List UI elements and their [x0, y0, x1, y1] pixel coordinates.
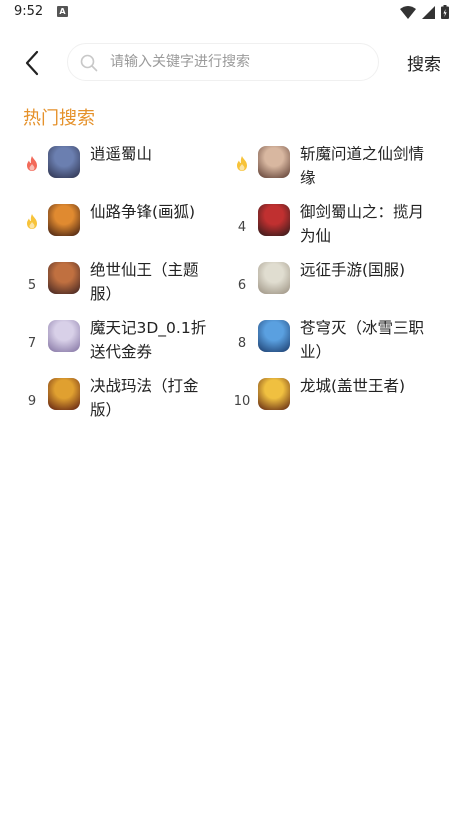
- game-name: 逍遥蜀山: [90, 145, 153, 163]
- hot-search-item[interactable]: 7 魔天记3D_0.1折送代金券: [20, 316, 228, 374]
- flame-yellow-icon: [20, 214, 44, 233]
- hot-search-item[interactable]: 斩魔问道之仙剑情缘: [230, 142, 438, 200]
- hot-search-item[interactable]: 4 御剑蜀山之：揽月为仙: [230, 200, 438, 258]
- game-name: 苍穹灭（冰雪三职业）: [300, 319, 425, 361]
- game-name: 斩魔问道之仙剑情缘: [300, 145, 425, 187]
- game-name: 御剑蜀山之：揽月为仙: [300, 203, 425, 245]
- game-avatar: [48, 378, 80, 410]
- game-name: 仙路争锋(画狐): [90, 203, 196, 221]
- wifi-icon: [400, 5, 416, 19]
- rank-number: 7: [27, 336, 37, 351]
- hot-search-list: 逍遥蜀山 斩魔问道之仙剑情缘仙路争锋(画狐) 4 御剑蜀山之：揽月为仙 5 绝世仙王（主题…: [20, 142, 450, 432]
- game-avatar: [258, 204, 290, 236]
- notification-badge-icon: A: [57, 6, 68, 17]
- status-bar: 9:52 A: [0, 0, 463, 26]
- game-name: 决战玛法（打金版）: [90, 377, 199, 419]
- game-name: 绝世仙王（主题服）: [90, 261, 199, 303]
- hot-search-row: 5 绝世仙王（主题服） 6 远征手游(国服): [20, 258, 450, 316]
- game-name: 魔天记3D_0.1折送代金券: [90, 319, 207, 361]
- hot-search-item[interactable]: 9 决战玛法（打金版）: [20, 374, 228, 432]
- game-avatar: [258, 378, 290, 410]
- hot-search-item[interactable]: 8 苍穹灭（冰雪三职业）: [230, 316, 438, 374]
- game-avatar: [258, 320, 290, 352]
- rank-number: 6: [237, 278, 247, 293]
- hot-search-row: 7 魔天记3D_0.1折送代金券 8 苍穹灭（冰雪三职业）: [20, 316, 450, 374]
- hot-search-row: 仙路争锋(画狐) 4 御剑蜀山之：揽月为仙: [20, 200, 450, 258]
- flame-red-icon: [20, 156, 44, 175]
- game-avatar: [48, 146, 80, 178]
- hot-search-item[interactable]: 10 龙城(盖世王者): [230, 374, 438, 432]
- game-avatar: [48, 320, 80, 352]
- hot-search-item[interactable]: 5 绝世仙王（主题服）: [20, 258, 228, 316]
- game-name: 远征手游(国服): [300, 261, 406, 279]
- game-avatar: [258, 146, 290, 178]
- rank-number: 10: [233, 394, 251, 409]
- rank-number: 4: [237, 220, 247, 235]
- rank-number: 5: [27, 278, 37, 293]
- battery-icon: [441, 5, 449, 19]
- search-button[interactable]: 搜索: [407, 50, 441, 75]
- rank-number: 8: [237, 336, 247, 351]
- game-avatar: [258, 262, 290, 294]
- search-box[interactable]: [67, 43, 379, 81]
- search-input[interactable]: [110, 44, 370, 80]
- hot-search-row: 逍遥蜀山 斩魔问道之仙剑情缘: [20, 142, 450, 200]
- status-icons: [400, 4, 449, 20]
- hot-search-row: 9 决战玛法（打金版） 10 龙城(盖世王者): [20, 374, 450, 432]
- game-avatar: [48, 204, 80, 236]
- search-header: 搜索: [0, 40, 463, 86]
- status-time: 9:52: [14, 4, 44, 19]
- hot-search-item[interactable]: 仙路争锋(画狐): [20, 200, 228, 258]
- flame-yellow-icon: [230, 156, 254, 175]
- rank-number: 9: [27, 394, 37, 409]
- game-name: 龙城(盖世王者): [300, 377, 406, 395]
- back-arrow-icon: [25, 50, 39, 76]
- hot-search-title: 热门搜索: [23, 108, 95, 129]
- signal-icon: [422, 5, 435, 19]
- hot-search-item[interactable]: 逍遥蜀山: [20, 142, 228, 200]
- game-avatar: [48, 262, 80, 294]
- hot-search-item[interactable]: 6 远征手游(国服): [230, 258, 438, 316]
- search-icon: [80, 54, 98, 72]
- back-button[interactable]: [20, 48, 46, 78]
